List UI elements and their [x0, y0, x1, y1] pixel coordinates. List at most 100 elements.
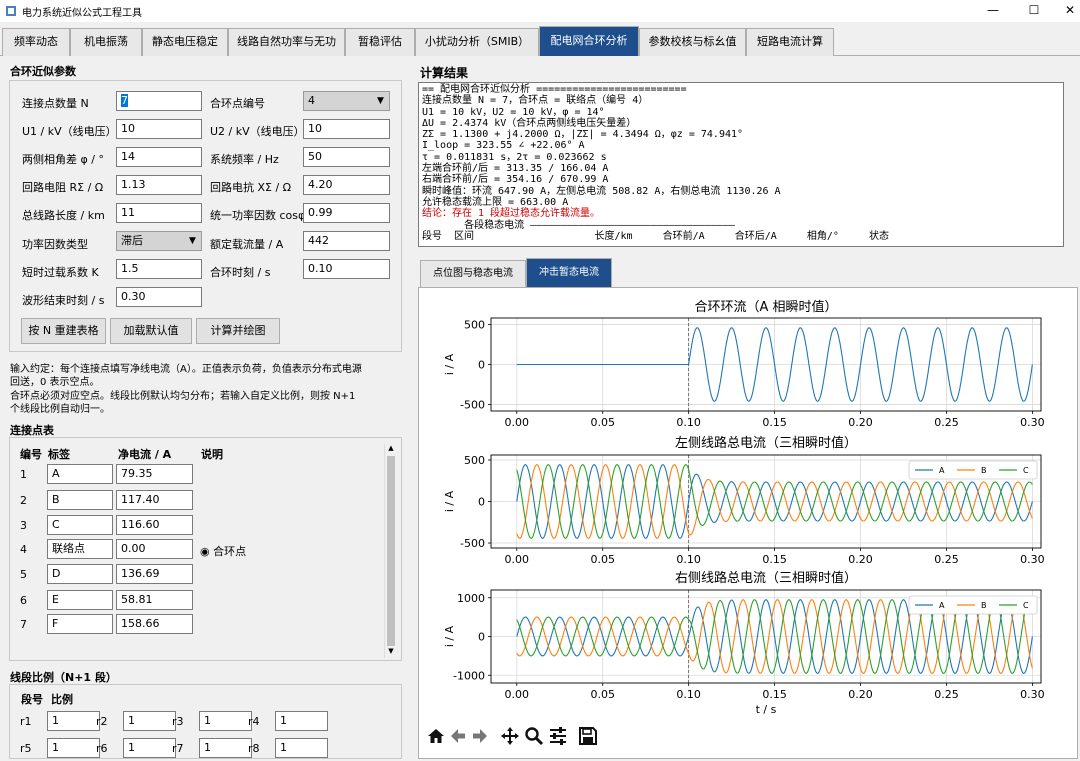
label-loop-resistance: 回路电阻 RΣ / Ω — [22, 181, 104, 194]
scroll-down-icon[interactable]: ▼ — [386, 647, 396, 657]
close-point-combo[interactable]: 4 ▼ — [303, 91, 390, 111]
ratio-seg-input[interactable]: 1 — [275, 738, 328, 758]
transient-charts-svg[interactable]: 合环环流（A 相瞬时值） 0.00 0.05 0.10 0.15 0.20 0.25 0.30… — [419, 288, 1077, 758]
conn-row-current-input[interactable]: 136.69 — [116, 564, 193, 584]
conn-row-label-input[interactable]: B — [47, 490, 113, 510]
conn-row-current-input[interactable]: 117.40 — [116, 490, 193, 510]
back-arrow-icon[interactable] — [448, 726, 468, 746]
ratio-seg-label: r2 — [96, 715, 108, 728]
plot-toolbar — [420, 724, 600, 750]
tab-electromechanical-oscillation[interactable]: 机电振荡 — [70, 28, 142, 56]
label-power-factor: 统一功率因数 cosφ — [210, 209, 306, 222]
loop-resistance-input[interactable]: 1.13 — [116, 175, 202, 195]
title-bar: 电力系统近似公式工程工具 — ☐ ✕ — [0, 0, 1080, 22]
scroll-up-icon[interactable]: ▲ — [386, 444, 396, 454]
conn-row-current-input[interactable]: 0.00 — [116, 539, 193, 559]
result-line: 右端合环前/后 = 354.16 / 670.99 A — [422, 174, 609, 186]
conn-table-scrollbar[interactable]: ▲ ▼ — [384, 444, 396, 658]
ratio-seg-input[interactable]: 1 — [123, 738, 176, 758]
conn-row-current-input[interactable]: 116.60 — [116, 515, 193, 535]
y-axis-label: i / A — [443, 625, 456, 647]
close-button[interactable]: ✕ — [1052, 0, 1080, 20]
chart-3: 右侧线路总电流（三相瞬时值） 0.00 0.05 0.10 0.15 0.20 0.25 0.… — [443, 570, 1045, 716]
tab-small-signal-smib[interactable]: 小扰动分析（SMIB） — [415, 28, 539, 56]
result-line: 瞬时峰值：环流 647.90 A，左侧总电流 508.82 A，右侧总电流 11… — [422, 185, 781, 197]
params-title: 合环近似参数 — [10, 65, 76, 78]
tab-short-circuit[interactable]: 短路电流计算 — [746, 28, 834, 56]
tab-transient-stability[interactable]: 暂稳评估 — [345, 28, 415, 56]
conn-row-label-input[interactable]: A — [47, 464, 113, 484]
conn-row-current-input[interactable]: 58.81 — [116, 590, 193, 610]
tab-line-natural-power[interactable]: 线路自然功率与无功 — [228, 28, 345, 56]
conn-row-label-input[interactable]: D — [47, 564, 113, 584]
conn-row-label-input[interactable]: E — [47, 590, 113, 610]
conn-row-current-input[interactable]: 158.66 — [116, 614, 193, 634]
tab-static-voltage-stability[interactable]: 静态电压稳定 — [142, 28, 228, 56]
pan-icon[interactable] — [500, 726, 520, 746]
x-tick-label: 0.25 — [934, 416, 959, 429]
x-tick-label: 0.15 — [762, 416, 787, 429]
result-scrollbar[interactable] — [1065, 82, 1077, 247]
loop-reactance-input[interactable]: 4.20 — [303, 175, 390, 195]
chart-title: 左侧线路总电流（三相瞬时值） — [675, 435, 857, 451]
app-icon — [6, 6, 16, 16]
conn-row-note[interactable]: ◉ 合环点 — [200, 543, 246, 559]
overload-factor-input[interactable]: 1.5 — [116, 259, 202, 279]
end-time-input[interactable]: 0.30 — [116, 287, 202, 307]
zoom-icon[interactable] — [524, 726, 544, 746]
ratio-seg-input[interactable]: 1 — [199, 738, 252, 758]
conn-row-label-input[interactable]: F — [47, 614, 113, 634]
conn-header-note: 说明 — [201, 448, 223, 461]
tab-loop-closing-analysis[interactable]: 配电网合环分析 — [539, 26, 639, 56]
conn-header-current: 净电流 / A — [118, 448, 172, 461]
ratio-seg-input[interactable]: 1 — [123, 711, 176, 731]
pf-type-combo[interactable]: 滞后 ▼ — [116, 231, 202, 251]
ratio-seg-label: r3 — [172, 715, 184, 728]
conn-row-id: 4 — [20, 543, 27, 556]
conn-row-current-input[interactable]: 79.35 — [116, 464, 193, 484]
phase-diff-input[interactable]: 14 — [116, 147, 202, 167]
result-line: U1 = 10 kV，U2 = 10 kV，φ = 14° — [422, 106, 605, 118]
u2-input[interactable]: 10 — [303, 119, 390, 139]
minimize-button[interactable]: — — [975, 0, 1011, 20]
subtab-location-steady[interactable]: 点位图与稳态电流 — [420, 260, 526, 288]
result-text[interactable]: == 配电网合环近似分析 ========================= 连接… — [418, 82, 1064, 247]
home-icon[interactable] — [426, 726, 446, 746]
conn-row-label-input[interactable]: 联络点 — [47, 539, 113, 559]
label-frequency: 系统频率 / Hz — [210, 153, 279, 166]
ratio-seg-input[interactable]: 1 — [275, 711, 328, 731]
subtab-impulse-transient[interactable]: 冲击暂态电流 — [526, 258, 612, 288]
ratio-seg-input[interactable]: 1 — [199, 711, 252, 731]
plot-tab-bar: 点位图与稳态电流 冲击暂态电流 — [418, 258, 1078, 288]
result-line: 连接点数量 N = 7，合环点 = 联络点（编号 4） — [422, 95, 649, 107]
result-line: 结论：存在 1 段超过稳态允许载流量。 — [422, 208, 601, 220]
configure-icon[interactable] — [548, 726, 568, 746]
ratio-seg-label: r4 — [248, 715, 260, 728]
save-icon[interactable] — [578, 726, 598, 746]
compute-plot-button[interactable]: 计算并绘图 — [196, 318, 280, 344]
rebuild-table-button[interactable]: 按 N 重建表格 — [21, 318, 106, 344]
scrollbar-thumb[interactable] — [387, 456, 395, 646]
rated-ampacity-input[interactable]: 442 — [303, 231, 390, 251]
result-line: τ = 0.011831 s，2τ = 0.023662 s — [422, 151, 607, 163]
forward-arrow-icon[interactable] — [470, 726, 490, 746]
frequency-input[interactable]: 50 — [303, 147, 390, 167]
label-close-point: 合环点编号 — [210, 97, 265, 110]
power-factor-input[interactable]: 0.99 — [303, 203, 390, 223]
line-length-input[interactable]: 11 — [116, 203, 202, 223]
chevron-down-icon: ▼ — [189, 236, 196, 246]
maximize-button[interactable]: ☐ — [1016, 0, 1052, 20]
plot-canvas[interactable]: 合环环流（A 相瞬时值） 0.00 0.05 0.10 0.15 0.20 0.25 0.30… — [418, 287, 1078, 759]
ratio-seg-input[interactable]: 1 — [47, 738, 100, 758]
conn-row-label-input[interactable]: C — [47, 515, 113, 535]
u1-input[interactable]: 10 — [116, 119, 202, 139]
tab-parameter-check[interactable]: 参数校核与标幺值 — [639, 28, 746, 56]
result-line: I_loop = 323.55 ∠ +22.06° A — [422, 140, 585, 152]
close-time-input[interactable]: 0.10 — [303, 259, 390, 279]
tab-frequency-dynamics[interactable]: 频率动态 — [2, 28, 70, 56]
load-defaults-button[interactable]: 加载默认值 — [110, 318, 192, 344]
ratio-seg-input[interactable]: 1 — [47, 711, 100, 731]
result-line: ΔU = 2.4374 kV（合环点两侧线电压矢量差） — [422, 117, 637, 129]
node-count-input[interactable]: 7 — [116, 91, 202, 111]
conn-row-id: 3 — [20, 519, 27, 532]
